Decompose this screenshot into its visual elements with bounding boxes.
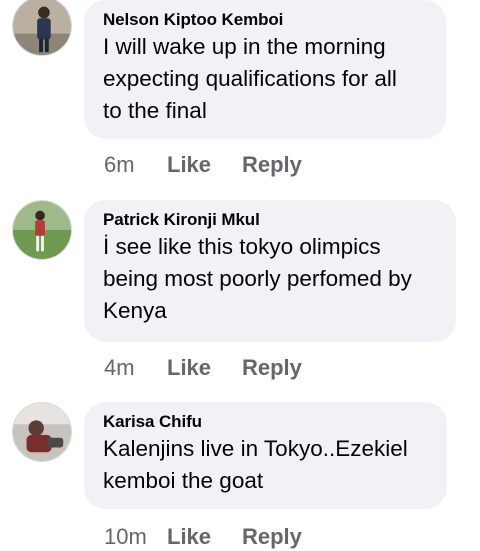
comment-actions: 4m Like Reply bbox=[104, 354, 302, 382]
comment-bubble: Patrick Kironji Mkul İ see like this tok… bbox=[84, 200, 456, 342]
reply-button[interactable]: Reply bbox=[242, 523, 302, 551]
reply-button[interactable]: Reply bbox=[242, 354, 302, 382]
like-button[interactable]: Like bbox=[167, 151, 242, 179]
comment-actions: 6m Like Reply bbox=[104, 151, 302, 179]
comment-timestamp[interactable]: 6m bbox=[104, 151, 167, 179]
reply-button[interactable]: Reply bbox=[242, 151, 302, 179]
like-button[interactable]: Like bbox=[167, 523, 242, 551]
like-button[interactable]: Like bbox=[167, 354, 242, 382]
comment-author[interactable]: Nelson Kiptoo Kemboi bbox=[103, 10, 426, 30]
comment-actions: 10m Like Reply bbox=[104, 523, 302, 551]
comment-author[interactable]: Patrick Kironji Mkul bbox=[103, 210, 436, 230]
comment-text: I will wake up in the morning expecting … bbox=[103, 34, 397, 123]
comment-bubble: Karisa Chifu Kalenjins live in Tokyo..Ez… bbox=[84, 402, 447, 509]
avatar[interactable] bbox=[12, 0, 72, 56]
avatar[interactable] bbox=[12, 200, 72, 260]
avatar[interactable] bbox=[12, 402, 72, 462]
comment-bubble: Nelson Kiptoo Kemboi I will wake up in t… bbox=[84, 0, 446, 139]
comment-timestamp[interactable]: 4m bbox=[104, 354, 167, 382]
comment-text: Kalenjins live in Tokyo..Ezekiel kemboi … bbox=[103, 436, 408, 493]
comment-text: İ see like this tokyo olimpics being mos… bbox=[103, 234, 412, 323]
comment-author[interactable]: Karisa Chifu bbox=[103, 412, 427, 432]
comment-timestamp[interactable]: 10m bbox=[104, 523, 167, 551]
